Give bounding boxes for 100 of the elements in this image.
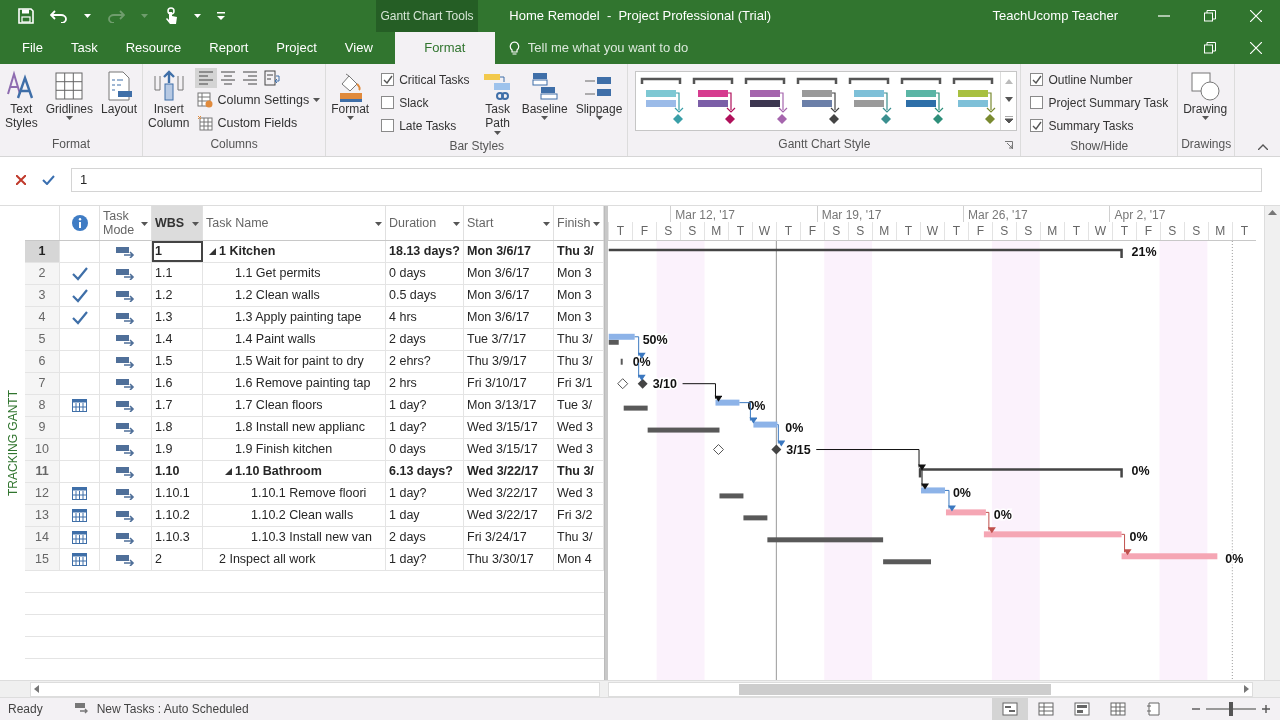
cancel-icon[interactable]	[16, 175, 26, 185]
task-name-cell[interactable]: 1.7 Clean floors	[203, 395, 386, 416]
ribbon-tab[interactable]: View	[330, 32, 387, 64]
restore-icon[interactable]	[1204, 42, 1216, 54]
table-cell[interactable]: 1.10.3	[152, 527, 203, 548]
checkbox[interactable]: Critical Tasks	[381, 68, 470, 91]
column-header[interactable]: Start	[464, 206, 554, 240]
collapse-triangle-icon[interactable]	[209, 248, 216, 255]
scroll-down-icon[interactable]	[1004, 97, 1013, 103]
task-name-cell[interactable]: 1.10 Bathroom	[203, 461, 386, 482]
scrollbar-thumb[interactable]	[739, 683, 1051, 695]
task-name-cell[interactable]: 1.1 Get permits	[203, 263, 386, 284]
summary-bar[interactable]	[608, 248, 1123, 258]
task-bar[interactable]	[715, 399, 740, 406]
checkbox[interactable]: Slack	[381, 91, 470, 114]
table-cell[interactable]: 1.10.1	[152, 483, 203, 504]
ribbon-tab[interactable]: Format	[394, 32, 495, 64]
close-icon[interactable]	[1250, 10, 1262, 22]
column-header[interactable]: WBS	[152, 206, 203, 240]
task-name-cell[interactable]: 1.8 Install new applianc	[203, 417, 386, 438]
task-name-cell[interactable]: 1.10.1 Remove floori	[203, 483, 386, 504]
gridlines-button[interactable]: Gridlines	[43, 68, 96, 123]
milestone-diamond[interactable]	[637, 378, 648, 389]
ribbon-tab[interactable]: Project	[262, 32, 331, 64]
entry-field[interactable]: 1	[71, 168, 1262, 192]
restore-icon[interactable]	[1204, 10, 1216, 22]
row-number[interactable]: 2	[25, 263, 60, 284]
table-cell[interactable]: 1.6	[152, 373, 203, 394]
horizontal-scrollbar[interactable]	[30, 681, 600, 697]
align-left-button[interactable]	[195, 68, 218, 88]
task-name-cell[interactable]: 1 Kitchen	[203, 241, 386, 262]
slippage-button[interactable]: Slippage	[573, 68, 625, 123]
table-cell[interactable]: 1.1	[152, 263, 203, 284]
horizontal-scrollbar[interactable]	[608, 681, 1253, 697]
task-path-button[interactable]: Task Path	[479, 68, 516, 137]
ribbon-tab[interactable]: Resource	[111, 32, 196, 64]
row-number[interactable]: 5	[25, 329, 60, 350]
checkbox[interactable]: Late Tasks	[381, 114, 470, 137]
table-cell[interactable]: 1.8	[152, 417, 203, 438]
row-number[interactable]: 9	[25, 417, 60, 438]
checkbox[interactable]: Project Summary Task	[1030, 91, 1169, 114]
row-number[interactable]: 3	[25, 285, 60, 306]
ribbon-tab[interactable]: Task	[56, 32, 112, 64]
task-name-cell[interactable]: 1.3 Apply painting tape	[203, 307, 386, 328]
row-number[interactable]: 1	[25, 241, 60, 262]
row-number[interactable]: 13	[25, 505, 60, 526]
row-number[interactable]: 10	[25, 439, 60, 460]
zoom-in-icon[interactable]	[1262, 705, 1270, 713]
table-cell[interactable]: 1.2	[152, 285, 203, 306]
new-tasks-mode-button[interactable]: New Tasks : Auto Scheduled	[74, 700, 249, 718]
task-name-cell[interactable]: 1.10.3 Install new van	[203, 527, 386, 548]
table-cell[interactable]: 1.4	[152, 329, 203, 350]
tell-me-field[interactable]: Tell me what you want to do	[508, 32, 689, 64]
task-name-cell[interactable]: 1.6 Remove painting tap	[203, 373, 386, 394]
row-number[interactable]: 7	[25, 373, 60, 394]
scroll-left-icon[interactable]	[34, 685, 39, 693]
layout-button[interactable]: Layout	[99, 68, 140, 119]
ribbon-tab[interactable]: File	[8, 32, 57, 64]
column-settings-button[interactable]: Column Settings	[195, 90, 323, 111]
customize-toolbar-icon[interactable]	[217, 11, 225, 21]
scroll-right-icon[interactable]	[1244, 685, 1249, 693]
insert-column-button[interactable]: Insert Column	[146, 68, 192, 133]
task-name-cell[interactable]: 1.4 Paint walls	[203, 329, 386, 350]
column-header[interactable]: Duration	[386, 206, 464, 240]
task-bar[interactable]	[920, 487, 945, 494]
task-name-cell[interactable]: 1.10.2 Clean walls	[203, 505, 386, 526]
table-cell[interactable]: 2	[152, 549, 203, 570]
table-cell[interactable]: 1.7	[152, 395, 203, 416]
row-number[interactable]: 6	[25, 351, 60, 372]
undo-icon[interactable]	[50, 9, 68, 23]
vertical-scrollbar[interactable]	[1263, 206, 1280, 680]
checkbox[interactable]: Summary Tasks	[1030, 114, 1169, 137]
row-number[interactable]: 14	[25, 527, 60, 548]
table-cell[interactable]: 1.3	[152, 307, 203, 328]
milestone-diamond[interactable]	[771, 444, 782, 455]
touch-mode-icon[interactable]	[164, 7, 178, 25]
enter-icon[interactable]	[42, 175, 55, 185]
more-icon[interactable]	[1004, 116, 1013, 124]
shapes-button[interactable]: Drawing	[1181, 68, 1230, 123]
text-styles-button[interactable]: Text Styles	[3, 68, 40, 133]
table-cell[interactable]: 1.10.2	[152, 505, 203, 526]
zoom-out-icon[interactable]	[1192, 705, 1200, 713]
table-cell[interactable]: 1.9	[152, 439, 203, 460]
column-header[interactable]: Finish	[554, 206, 604, 240]
task-name-cell[interactable]: 1.5 Wait for paint to dry	[203, 351, 386, 372]
checkbox[interactable]: Outline Number	[1030, 68, 1169, 91]
row-number[interactable]: 12	[25, 483, 60, 504]
zoom-slider-thumb[interactable]	[1229, 702, 1233, 716]
scroll-up-icon[interactable]	[1267, 210, 1277, 215]
collapse-ribbon-icon[interactable]	[1258, 144, 1268, 150]
user-name[interactable]: TeachUcomp Teacher	[992, 6, 1118, 26]
table-cell[interactable]: 1	[152, 241, 203, 262]
dialog-launcher-icon[interactable]	[1005, 141, 1014, 149]
ribbon-tab[interactable]: Report	[195, 32, 263, 64]
close-icon[interactable]	[1250, 42, 1262, 54]
column-header[interactable]: Task Name	[203, 206, 386, 240]
row-number[interactable]: 4	[25, 307, 60, 328]
task-name-cell[interactable]: 1.9 Finish kitchen	[203, 439, 386, 460]
collapse-triangle-icon[interactable]	[225, 468, 232, 475]
task-name-cell[interactable]: 2 Inspect all work	[203, 549, 386, 570]
